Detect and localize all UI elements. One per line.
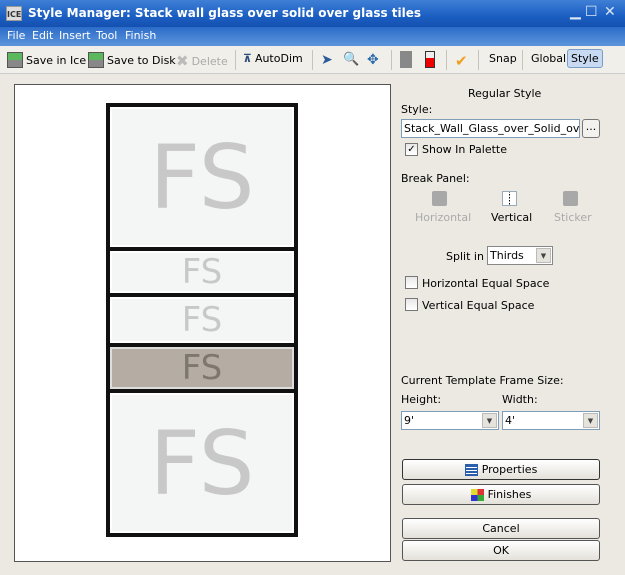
move-icon[interactable]: ✥ (367, 52, 379, 68)
close-icon[interactable]: ✕ (604, 4, 616, 20)
vertical-equal-space-label: Vertical Equal Space (422, 299, 535, 312)
chevron-down-icon: ▼ (536, 248, 551, 263)
minimize-icon[interactable]: ▁ (570, 4, 581, 20)
finishes-button[interactable]: Finishes (402, 484, 600, 505)
delete-label: Delete (191, 54, 228, 68)
glass-tile-pane: FS (110, 297, 294, 343)
panel-heading: Regular Style (468, 87, 542, 100)
separator (391, 50, 392, 70)
break-panel-label: Break Panel: (401, 172, 470, 185)
title-bar: ICE Style Manager: Stack wall glass over… (0, 0, 625, 27)
snap-button[interactable]: Snap (489, 52, 517, 65)
select-arrow-icon[interactable]: ➤ (321, 52, 333, 68)
menu-insert[interactable]: Insert (59, 29, 91, 42)
wall-icon[interactable] (400, 51, 412, 68)
horizontal-break-icon[interactable] (432, 191, 447, 206)
chevron-down-icon: ▼ (583, 413, 598, 428)
height-value: 9' (404, 414, 415, 427)
glass-pane: FS (110, 107, 294, 247)
solid-pane: FS (110, 347, 294, 389)
show-in-palette-label: Show In Palette (422, 143, 507, 156)
chevron-down-icon: ▼ (482, 413, 497, 428)
browse-button[interactable]: ... (582, 119, 600, 138)
autodim-icon: ⊼ (243, 52, 252, 65)
frame-size-label: Current Template Frame Size: (401, 374, 564, 387)
save-to-disk-button[interactable]: Save to Disk (88, 52, 176, 68)
maximize-icon[interactable]: ☐ (585, 4, 598, 20)
width-select[interactable]: 4' ▼ (502, 411, 600, 430)
autodim-label: AutoDim (254, 52, 303, 65)
menu-file[interactable]: File (7, 29, 25, 42)
ok-button[interactable]: OK (402, 540, 600, 561)
save-in-ice-button[interactable]: Save in Ice (7, 52, 86, 68)
window-title: Style Manager: Stack wall glass over sol… (28, 6, 422, 20)
wall-preview: FS FS FS FS FS (14, 84, 391, 562)
delete-x-icon: ✖ (176, 52, 189, 70)
separator (522, 50, 523, 70)
show-in-palette-checkbox[interactable]: ✓ (405, 143, 418, 156)
menu-tool[interactable]: Tool (96, 29, 117, 42)
width-label: Width: (502, 393, 538, 406)
horizontal-equal-space-checkbox[interactable] (405, 276, 418, 289)
save-in-ice-label: Save in Ice (26, 53, 87, 67)
save-to-disk-label: Save to Disk (107, 53, 176, 67)
height-select[interactable]: 9' ▼ (401, 411, 499, 430)
sticker-option[interactable]: Sticker (554, 211, 592, 224)
floppy-icon (7, 52, 23, 68)
finishes-label: Finishes (487, 488, 532, 501)
delete-button[interactable]: ✖ Delete (176, 52, 228, 70)
glass-pane: FS (110, 393, 294, 533)
separator (478, 50, 479, 70)
separator (446, 50, 447, 70)
toolbar: Save in Ice Save to Disk ✖ Delete ⊼ AutoDi… (0, 46, 625, 74)
menu-edit[interactable]: Edit (32, 29, 53, 42)
wall-frame: FS FS FS FS FS (106, 103, 298, 537)
menu-finish[interactable]: Finish (125, 29, 156, 42)
style-button[interactable]: Style (567, 49, 603, 68)
autodim-button[interactable]: ⊼ AutoDim (243, 52, 303, 65)
vertical-equal-space-checkbox[interactable] (405, 298, 418, 311)
properties-list-icon (464, 464, 478, 476)
vertical-break-icon[interactable] (502, 191, 517, 206)
separator (312, 50, 313, 70)
checkmark-icon[interactable]: ✔ (455, 52, 468, 70)
finishes-grid-icon (470, 489, 484, 501)
horizontal-option[interactable]: Horizontal (415, 211, 471, 224)
split-in-select[interactable]: Thirds ▼ (487, 246, 553, 265)
split-in-value: Thirds (490, 249, 524, 262)
width-value: 4' (505, 414, 516, 427)
global-button[interactable]: Global (531, 52, 566, 65)
style-label: Style: (401, 103, 433, 116)
zoom-icon[interactable]: 🔍 (343, 52, 359, 67)
floppy-icon (88, 52, 104, 68)
separator (235, 50, 236, 70)
height-label: Height: (401, 393, 442, 406)
finish-color-icon[interactable] (425, 51, 435, 68)
sticker-break-icon[interactable] (563, 191, 578, 206)
glass-tile-pane: FS (110, 251, 294, 293)
cancel-button[interactable]: Cancel (402, 518, 600, 539)
style-field[interactable]: Stack_Wall_Glass_over_Solid_over_Glass (401, 119, 580, 138)
properties-label: Properties (481, 463, 538, 476)
menu-bar: File Edit Insert Tool Finish (0, 27, 625, 46)
properties-button[interactable]: Properties (402, 459, 600, 480)
vertical-option[interactable]: Vertical (491, 211, 532, 224)
split-in-label: Split in (446, 250, 484, 263)
app-icon: ICE (6, 6, 22, 21)
horizontal-equal-space-label: Horizontal Equal Space (422, 277, 550, 290)
